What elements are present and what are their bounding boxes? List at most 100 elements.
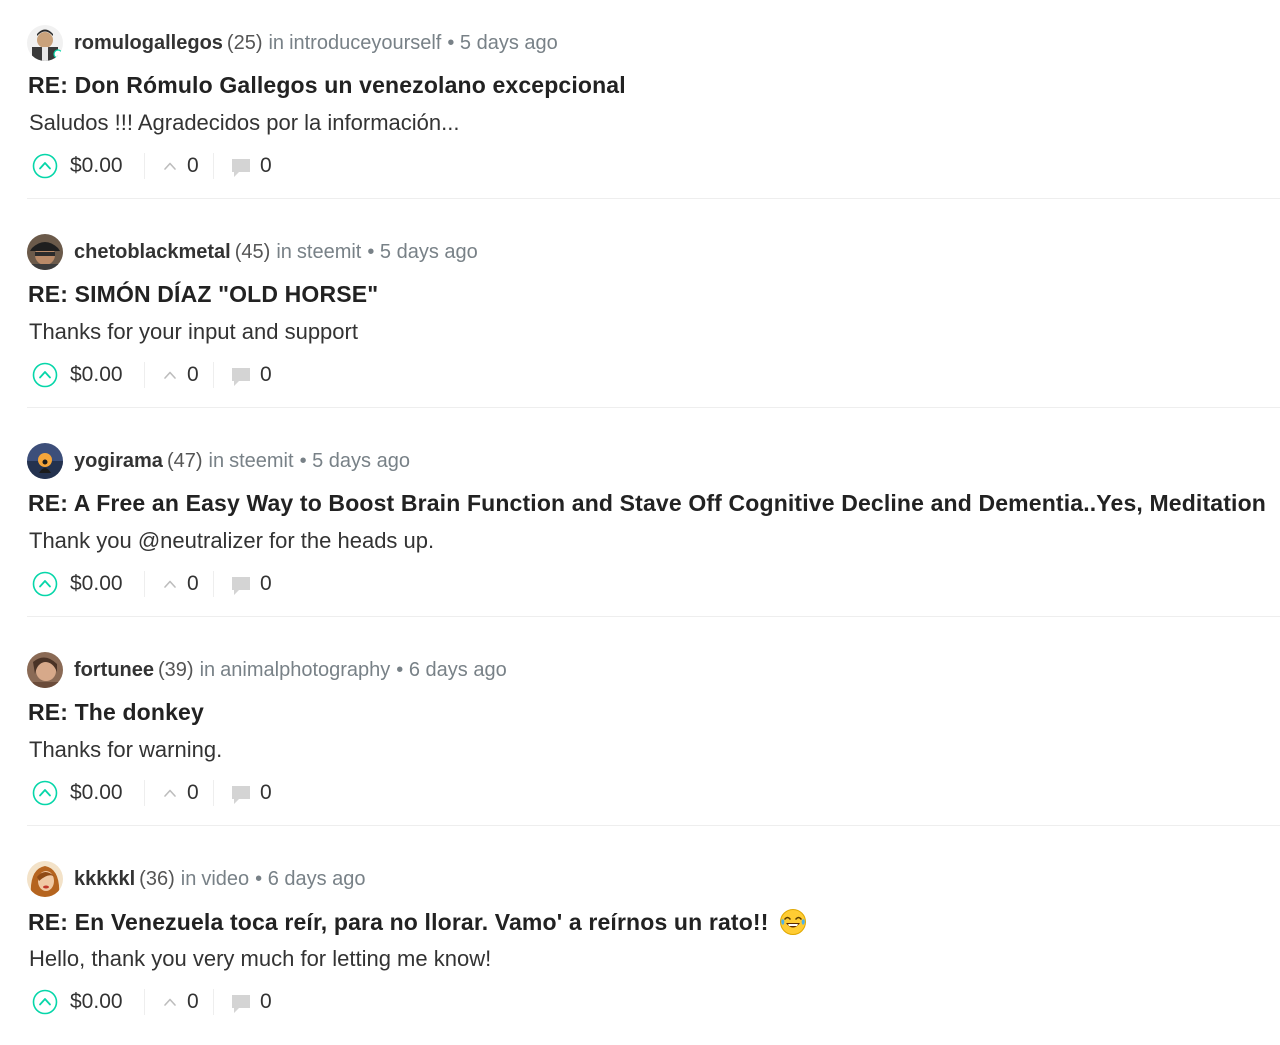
author-reputation: (25) bbox=[226, 31, 263, 54]
post-title[interactable]: RE: The donkey bbox=[28, 699, 204, 726]
vote-count[interactable]: 0 bbox=[187, 572, 199, 596]
reply-count[interactable]: 0 bbox=[260, 154, 272, 178]
upvote-icon[interactable] bbox=[32, 153, 58, 179]
author-reputation: (45) bbox=[234, 240, 271, 263]
in-label: in bbox=[276, 240, 292, 263]
divider bbox=[144, 989, 145, 1015]
payout-value[interactable]: $0.00 bbox=[70, 781, 130, 805]
post-body[interactable]: Saludos !!! Agradecidos por la informaci… bbox=[29, 110, 459, 136]
author-link[interactable]: yogirama bbox=[74, 450, 163, 473]
chevron-up-icon bbox=[161, 993, 179, 1011]
person-cap-icon[interactable] bbox=[27, 234, 63, 270]
community-link[interactable]: introduceyourself bbox=[289, 32, 441, 55]
post-title[interactable]: RE: En Venezuela toca reír, para no llor… bbox=[28, 908, 807, 936]
post-time: • 5 days ago bbox=[447, 31, 558, 54]
reply-count[interactable]: 0 bbox=[260, 990, 272, 1014]
reply-item: romulogallegos (25) in introduceyourself… bbox=[27, 0, 1280, 209]
divider bbox=[213, 780, 214, 806]
vote-count[interactable]: 0 bbox=[187, 781, 199, 805]
divider bbox=[144, 362, 145, 388]
person-portrait-icon[interactable] bbox=[27, 25, 63, 61]
payout-value[interactable]: $0.00 bbox=[70, 990, 130, 1014]
post-actions: $0.00 0 0 bbox=[32, 987, 272, 1017]
author-link[interactable]: fortunee bbox=[74, 659, 154, 682]
reply-item: kkkkkl (36) in video • 6 days ago RE: En… bbox=[27, 836, 1280, 1045]
reply-item: fortunee (39) in animalphotography • 6 d… bbox=[27, 627, 1280, 836]
vote-count[interactable]: 0 bbox=[187, 154, 199, 178]
divider bbox=[213, 571, 214, 597]
chevron-up-icon bbox=[161, 784, 179, 802]
in-label: in bbox=[199, 658, 216, 681]
post-body[interactable]: Thank you @neutralizer for the heads up. bbox=[29, 528, 434, 554]
reply-count[interactable]: 0 bbox=[260, 781, 272, 805]
post-title-text[interactable]: RE: En Venezuela toca reír, para no llor… bbox=[28, 909, 769, 936]
woman-face-icon[interactable] bbox=[27, 861, 63, 897]
post-title-text[interactable]: RE: Don Rómulo Gallegos un venezolano ex… bbox=[28, 72, 626, 99]
post-actions: $0.00 0 0 bbox=[32, 569, 272, 599]
upvote-icon[interactable] bbox=[32, 362, 58, 388]
divider bbox=[213, 362, 214, 388]
chevron-up-icon bbox=[161, 157, 179, 175]
divider bbox=[144, 571, 145, 597]
community-link[interactable]: steemit bbox=[229, 450, 293, 473]
in-label: in bbox=[180, 867, 197, 890]
post-title-text[interactable]: RE: The donkey bbox=[28, 699, 204, 726]
vote-count[interactable]: 0 bbox=[187, 363, 199, 387]
in-label: in bbox=[268, 31, 285, 54]
community-link[interactable]: video bbox=[201, 868, 249, 891]
reply-count[interactable]: 0 bbox=[260, 572, 272, 596]
payout-value[interactable]: $0.00 bbox=[70, 572, 130, 596]
divider bbox=[213, 989, 214, 1015]
post-meta: romulogallegos (25) in introduceyourself… bbox=[27, 25, 558, 61]
post-meta: yogirama (47) in steemit • 5 days ago bbox=[27, 443, 410, 479]
divider bbox=[213, 153, 214, 179]
author-link[interactable]: chetoblackmetal bbox=[74, 241, 231, 264]
upvote-icon[interactable] bbox=[32, 989, 58, 1015]
post-meta: kkkkkl (36) in video • 6 days ago bbox=[27, 861, 366, 897]
post-meta: chetoblackmetal (45) in steemit • 5 days… bbox=[27, 234, 478, 270]
comment-icon[interactable] bbox=[230, 157, 252, 179]
vote-count[interactable]: 0 bbox=[187, 990, 199, 1014]
post-title-text[interactable]: RE: SIMÓN DÍAZ "OLD HORSE" bbox=[28, 281, 378, 308]
author-reputation: (36) bbox=[139, 867, 175, 890]
post-title[interactable]: RE: A Free an Easy Way to Boost Brain Fu… bbox=[28, 490, 1266, 517]
divider bbox=[144, 153, 145, 179]
meditation-sunset-icon[interactable] bbox=[27, 443, 63, 479]
payout-value[interactable]: $0.00 bbox=[70, 154, 130, 178]
comment-icon[interactable] bbox=[230, 993, 252, 1015]
post-actions: $0.00 0 0 bbox=[32, 360, 272, 390]
comment-icon[interactable] bbox=[230, 784, 252, 806]
post-title-text[interactable]: RE: A Free an Easy Way to Boost Brain Fu… bbox=[28, 490, 1266, 517]
post-body[interactable]: Hello, thank you very much for letting m… bbox=[29, 946, 491, 972]
community-link[interactable]: animalphotography bbox=[220, 659, 390, 682]
author-link[interactable]: kkkkkl bbox=[74, 868, 135, 891]
post-body[interactable]: Thanks for your input and support bbox=[29, 319, 358, 345]
post-time: • 6 days ago bbox=[255, 867, 366, 890]
author-reputation: (39) bbox=[158, 658, 194, 681]
upvote-icon[interactable] bbox=[32, 780, 58, 806]
upvote-icon[interactable] bbox=[32, 571, 58, 597]
reply-item: yogirama (47) in steemit • 5 days ago RE… bbox=[27, 418, 1280, 627]
chevron-up-icon bbox=[161, 575, 179, 593]
post-title[interactable]: RE: Don Rómulo Gallegos un venezolano ex… bbox=[28, 72, 626, 99]
post-title[interactable]: RE: SIMÓN DÍAZ "OLD HORSE" bbox=[28, 281, 378, 308]
laughing-tears-emoji-icon bbox=[779, 909, 806, 935]
comment-icon[interactable] bbox=[230, 366, 252, 388]
author-reputation: (47) bbox=[166, 449, 203, 472]
chevron-up-icon bbox=[161, 366, 179, 384]
post-actions: $0.00 0 0 bbox=[32, 151, 272, 181]
in-label: in bbox=[208, 449, 225, 472]
comment-icon[interactable] bbox=[230, 575, 252, 597]
reply-count[interactable]: 0 bbox=[260, 363, 272, 387]
person-face-icon[interactable] bbox=[27, 652, 63, 688]
community-link[interactable]: steemit bbox=[297, 241, 361, 264]
divider bbox=[144, 780, 145, 806]
reply-item: chetoblackmetal (45) in steemit • 5 days… bbox=[27, 209, 1280, 418]
post-body[interactable]: Thanks for warning. bbox=[29, 737, 222, 763]
post-actions: $0.00 0 0 bbox=[32, 778, 272, 808]
payout-value[interactable]: $0.00 bbox=[70, 363, 130, 387]
post-time: • 6 days ago bbox=[396, 658, 507, 681]
post-time: • 5 days ago bbox=[367, 240, 478, 263]
author-link[interactable]: romulogallegos bbox=[74, 32, 223, 55]
post-meta: fortunee (39) in animalphotography • 6 d… bbox=[27, 652, 507, 688]
